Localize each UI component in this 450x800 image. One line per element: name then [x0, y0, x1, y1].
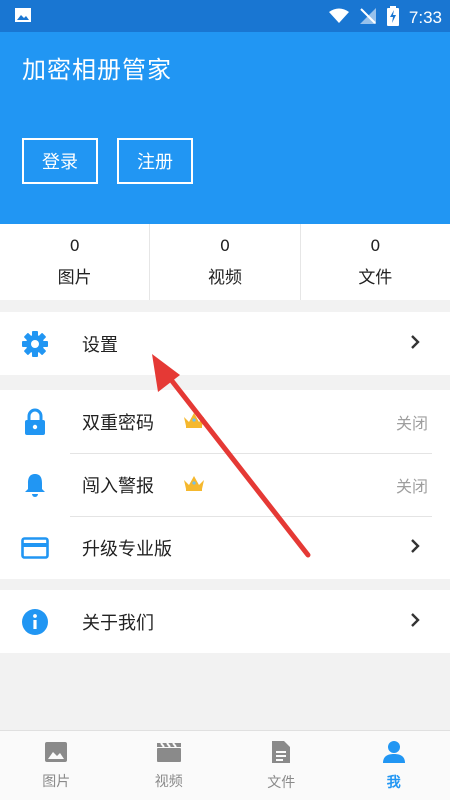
image-icon: [44, 741, 68, 767]
nav-videos[interactable]: 视频: [113, 731, 226, 800]
double-password-row[interactable]: 双重密码 关闭: [0, 390, 450, 453]
person-icon: [382, 740, 406, 768]
nav-label: 视频: [154, 773, 183, 790]
nav-me[interactable]: 我: [338, 731, 450, 800]
stats-panel: 0 图片 0 视频 0 文件: [0, 224, 450, 300]
profile-header: 加密相册管家 登录 注册: [0, 32, 450, 224]
credit-card-icon: [20, 533, 50, 563]
app-title: 加密相册管家: [22, 56, 172, 84]
stat-label: 文件: [358, 268, 393, 288]
stat-label: 视频: [207, 268, 242, 288]
gear-icon: [20, 329, 50, 359]
register-button[interactable]: 注册: [117, 138, 193, 184]
crown-icon: [182, 474, 206, 496]
security-group: 双重密码 关闭 闯入警报 关闭 升级专业版: [0, 390, 450, 579]
chevron-right-icon: [410, 612, 420, 632]
stat-images[interactable]: 0 图片: [0, 224, 151, 300]
info-icon: [20, 607, 50, 637]
document-icon: [271, 740, 291, 768]
intrusion-alert-status: 关闭: [395, 476, 428, 496]
about-group: 关于我们: [0, 590, 450, 653]
login-button[interactable]: 登录: [22, 138, 98, 184]
double-password-label: 双重密码: [82, 412, 154, 434]
nav-files[interactable]: 文件: [225, 731, 338, 800]
crown-icon: [182, 411, 206, 433]
upgrade-pro-label: 升级专业版: [82, 538, 172, 560]
clock: 7:33: [408, 8, 442, 27]
lock-icon: [20, 407, 50, 437]
bottom-navigation: 图片 视频 文件 我: [0, 730, 450, 800]
wifi-icon: [328, 8, 349, 28]
settings-group: 设置: [0, 312, 450, 375]
no-signal-icon: [359, 7, 377, 29]
gallery-notification-icon: [14, 7, 32, 27]
stat-videos[interactable]: 0 视频: [150, 224, 301, 300]
stat-files[interactable]: 0 文件: [301, 224, 450, 300]
settings-label: 设置: [82, 334, 118, 356]
about-us-row[interactable]: 关于我们: [0, 590, 450, 653]
stat-label: 图片: [57, 268, 92, 288]
intrusion-alert-row[interactable]: 闯入警报 关闭: [0, 453, 450, 516]
nav-images[interactable]: 图片: [0, 731, 113, 800]
nav-label: 文件: [267, 774, 296, 791]
about-us-label: 关于我们: [82, 612, 154, 634]
double-password-status: 关闭: [395, 413, 428, 433]
nav-label: 我: [386, 774, 401, 791]
battery-charging-icon: [386, 6, 399, 30]
bell-icon: [20, 470, 50, 500]
intrusion-alert-label: 闯入警报: [82, 475, 154, 497]
upgrade-pro-row[interactable]: 升级专业版: [0, 516, 450, 579]
clapperboard-icon: [156, 741, 182, 767]
status-bar: 7:33: [0, 0, 450, 32]
stat-count: 0: [219, 236, 231, 255]
chevron-right-icon: [410, 538, 420, 558]
nav-label: 图片: [42, 773, 71, 790]
stat-count: 0: [370, 236, 381, 255]
chevron-right-icon: [410, 334, 420, 354]
stat-count: 0: [69, 236, 80, 255]
settings-row[interactable]: 设置: [0, 312, 450, 375]
